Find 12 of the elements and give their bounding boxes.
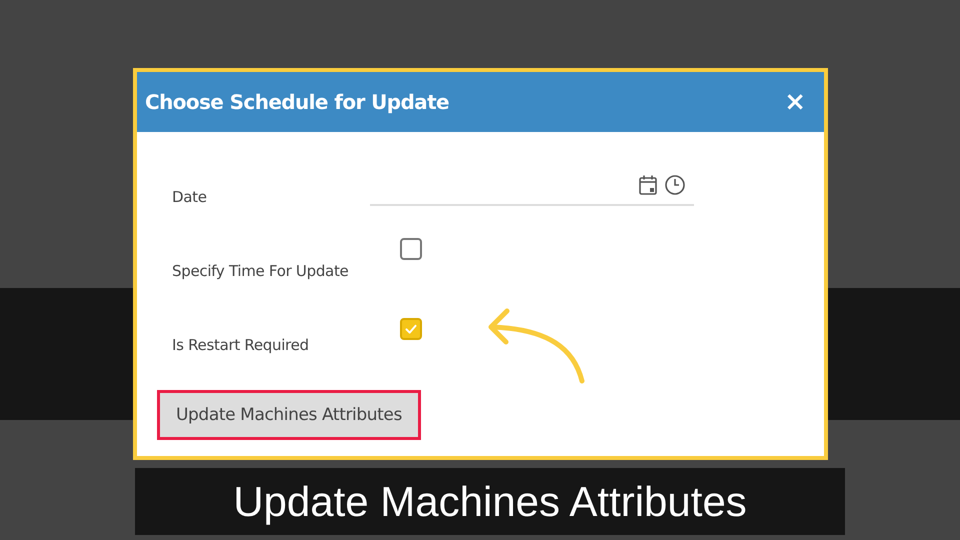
update-button[interactable]: Update Machines Attributes <box>157 390 421 440</box>
checkbox[interactable] <box>400 238 422 260</box>
clock-icon[interactable] <box>664 174 686 196</box>
field-label: Date <box>172 188 208 206</box>
dialog-title: Choose Schedule for Update <box>145 90 449 114</box>
field-label: Is Restart Required <box>172 336 310 354</box>
field-label: Specify Time For Update <box>172 262 350 280</box>
close-button[interactable]: × <box>780 89 810 115</box>
caption-text: Update Machines Attributes <box>135 468 845 535</box>
date-field[interactable] <box>370 174 694 206</box>
checkbox[interactable] <box>400 318 422 340</box>
calendar-icon[interactable] <box>638 174 658 196</box>
